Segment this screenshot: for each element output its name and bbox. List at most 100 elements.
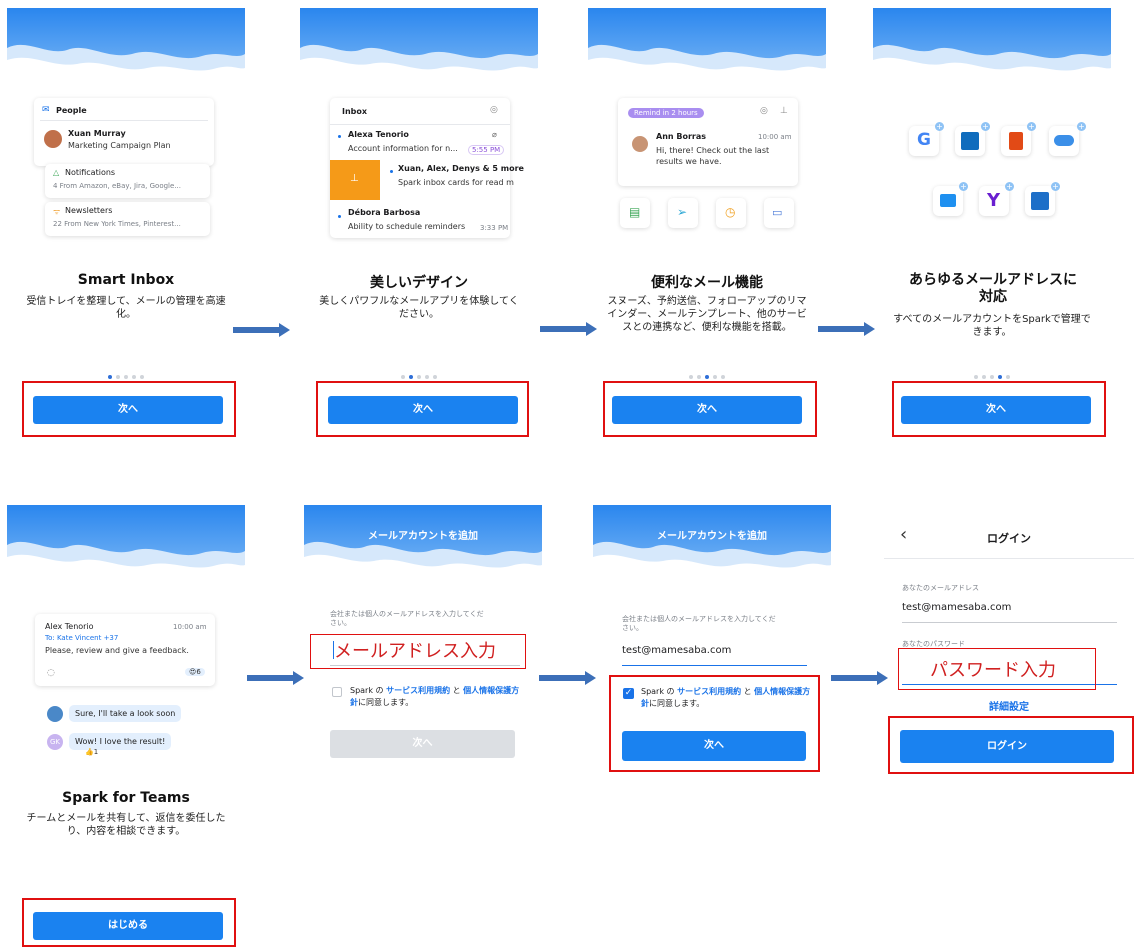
highlight-box bbox=[22, 898, 236, 947]
outlook-icon bbox=[955, 126, 985, 156]
reaction-badge: 👍1 bbox=[85, 748, 99, 756]
person-subject: Marketing Campaign Plan bbox=[68, 141, 171, 150]
page-indicator bbox=[588, 375, 826, 379]
sender-name: Alex Tenorio bbox=[45, 622, 94, 631]
email-label: あなたのメールアドレス bbox=[902, 584, 979, 592]
message-sender: Alexa Tenorio bbox=[348, 130, 409, 139]
slide-title: 美しいデザイン bbox=[370, 275, 468, 291]
pin-icon: ⊥ bbox=[780, 106, 788, 116]
avatar bbox=[47, 706, 63, 722]
flow-arrow bbox=[539, 671, 596, 685]
attachment-icon: ⌀ bbox=[492, 130, 497, 139]
mail-icon bbox=[933, 186, 963, 216]
mail-icon: ✉ bbox=[42, 105, 50, 115]
reply-bubble: Sure, I'll take a look soon bbox=[69, 705, 182, 722]
screen-teams: Alex Tenorio 10:00 am To: Kate Vincent +… bbox=[7, 505, 245, 945]
rss-icon: ᯤ bbox=[53, 207, 61, 216]
newsletters-title: Newsletters bbox=[65, 206, 113, 215]
email-field[interactable]: test@mamesaba.com bbox=[902, 602, 1011, 613]
slide-description: すべてのメールアカウントをSparkで管理できます。 bbox=[893, 314, 1091, 338]
notifications-title: Notifications bbox=[65, 168, 116, 177]
annotation-label: メールアドレス入力 bbox=[334, 641, 496, 662]
comment-icon: ◌ bbox=[47, 668, 55, 678]
icloud-icon bbox=[1049, 126, 1079, 156]
clock-icon: ◷ bbox=[725, 205, 736, 219]
message-preview: Ability to schedule reminders bbox=[348, 222, 466, 231]
avatar bbox=[632, 136, 648, 152]
message-time: 10:00 am bbox=[173, 623, 207, 631]
cloud-header bbox=[304, 505, 542, 579]
message-preview: Account information for n... bbox=[348, 144, 458, 153]
message-sender: Débora Barbosa bbox=[348, 208, 421, 217]
terms-checkbox[interactable] bbox=[332, 687, 342, 697]
inbox-card: Inbox ◎ Alexa Tenorio Account informatio… bbox=[330, 98, 524, 238]
slide-description: 受信トレイを整理して、メールの管理を高速化。 bbox=[26, 296, 226, 320]
exchange-icon bbox=[1025, 186, 1055, 216]
video-icon: ▭ bbox=[772, 206, 783, 219]
highlight-box bbox=[316, 381, 529, 437]
message-body: Please, review and give a feedback. bbox=[45, 646, 189, 655]
field-label: 会社または個人のメールアドレスを入力してください。 bbox=[330, 610, 484, 627]
page-indicator bbox=[873, 375, 1111, 379]
flow-arrow bbox=[233, 323, 290, 337]
settings-icon: ◎ bbox=[760, 106, 768, 116]
slide-description: 美しくパワフルなメールアプリを体験してください。 bbox=[319, 296, 519, 320]
highlight-box bbox=[892, 381, 1106, 437]
message-sender: Xuan, Alex, Denys & 5 more bbox=[398, 164, 524, 173]
recipients: To: Kate Vincent +37 bbox=[45, 634, 119, 642]
sender-name: Ann Borras bbox=[656, 132, 707, 141]
cloud-header bbox=[300, 8, 538, 82]
inbox-header: Inbox bbox=[342, 107, 368, 116]
flow-arrow bbox=[818, 322, 875, 336]
message-time: 3:33 PM bbox=[480, 224, 509, 232]
flow-arrow bbox=[247, 671, 304, 685]
header-title: メールアカウントを追加 bbox=[657, 531, 767, 542]
cloud-header bbox=[7, 8, 245, 82]
annotation-label: パスワード入力 bbox=[930, 660, 1056, 681]
page-indicator bbox=[300, 375, 538, 379]
slide-title: Spark for Teams bbox=[62, 790, 190, 806]
google-icon: G bbox=[909, 126, 939, 156]
slide-title: あらゆるメールアドレスに対応 bbox=[909, 272, 1077, 305]
meeting-tool[interactable]: ▭ bbox=[764, 198, 794, 228]
screen-title: ログイン bbox=[987, 532, 1031, 545]
remind-badge: Remind in 2 hours bbox=[628, 108, 704, 118]
email-input[interactable]: test@mamesaba.com bbox=[622, 645, 731, 656]
note-icon: ▤ bbox=[629, 205, 641, 219]
next-button-disabled[interactable]: 次へ bbox=[330, 730, 515, 758]
notifications-card: △ Notifications 4 From Amazon, eBay, Jir… bbox=[45, 164, 210, 198]
person-name: Xuan Murray bbox=[68, 129, 126, 138]
cloud-header bbox=[7, 505, 245, 579]
page-indicator bbox=[7, 375, 245, 379]
people-card: ✉ People Xuan Murray Marketing Campaign … bbox=[34, 98, 214, 166]
cloud-header bbox=[593, 505, 831, 579]
slide-title: 便利なメール機能 bbox=[651, 275, 763, 291]
bell-icon: △ bbox=[53, 168, 60, 177]
send-later-tool[interactable]: ➢ bbox=[668, 198, 698, 228]
slide-description: チームとメールを共有して、返信を委任したり、内容を相談できます。 bbox=[26, 813, 226, 837]
message-time: 5:55 PM bbox=[468, 145, 505, 155]
consent-text: Spark の サービス利用規約 と 個人情報保護方針に同意します。 bbox=[350, 686, 520, 707]
slide-description: スヌーズ、予約送信、フォローアップのリマインダー、メールテンプレート、他のサービ… bbox=[607, 296, 807, 333]
terms-link[interactable]: サービス利用規約 bbox=[386, 686, 450, 695]
newsletters-card: ᯤ Newsletters 22 From New York Times, Pi… bbox=[45, 202, 210, 236]
reminder-tool[interactable]: ◷ bbox=[716, 198, 746, 228]
header-title: メールアカウントを追加 bbox=[368, 531, 478, 542]
send-icon: ➢ bbox=[677, 205, 688, 219]
advanced-settings-link[interactable]: 詳細設定 bbox=[884, 698, 1134, 713]
cloud-header bbox=[588, 8, 826, 82]
avatar: GK bbox=[47, 734, 63, 750]
message-body: Hi, there! Check out the last results we… bbox=[656, 146, 770, 166]
highlight-box bbox=[603, 381, 817, 437]
reaction-badge: 😍6 bbox=[185, 668, 205, 676]
yahoo-icon: Y bbox=[979, 186, 1009, 216]
template-tool[interactable]: ▤ bbox=[620, 198, 650, 228]
people-header: People bbox=[56, 106, 87, 115]
highlight-box bbox=[609, 675, 820, 772]
check-icon: ◎ bbox=[490, 105, 498, 115]
swipe-action[interactable]: ⊥ bbox=[330, 160, 380, 200]
flow-arrow bbox=[540, 322, 597, 336]
message-time: 10:00 am bbox=[758, 133, 792, 141]
highlight-box bbox=[888, 716, 1134, 774]
message-preview: Spark inbox cards for read m bbox=[398, 178, 514, 187]
